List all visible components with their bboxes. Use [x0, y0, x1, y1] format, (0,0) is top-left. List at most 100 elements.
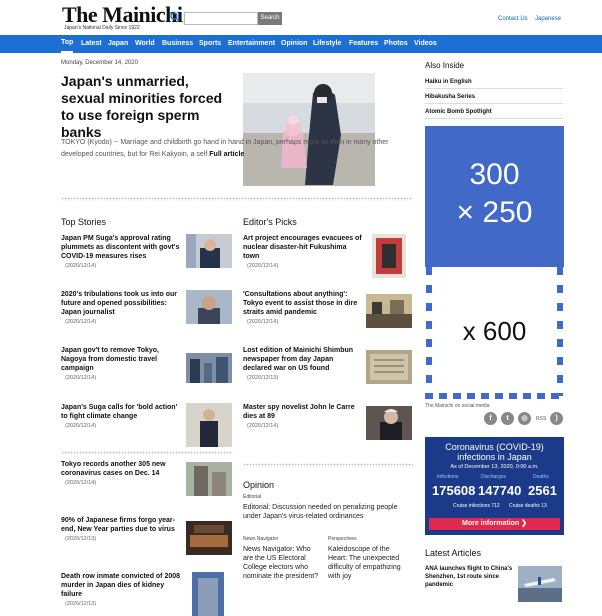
list-item[interactable]: 'Consultations about anything': Tokyo ev…	[243, 290, 363, 325]
story-title[interactable]: Master spy novelist John le Carre dies a…	[243, 403, 363, 421]
story-thumbnail[interactable]	[192, 572, 224, 616]
story-date: (2020/12/14)	[247, 263, 279, 269]
sidebar-item-hibakusha[interactable]: Hibakusha Series	[425, 94, 563, 104]
contact-us-link[interactable]: Contact Us	[498, 16, 528, 22]
page-date: Monday, December 14, 2020	[61, 60, 138, 66]
story-date: (2020/12/14)	[65, 480, 97, 486]
ad-top-block: 300 × 250	[425, 126, 564, 267]
story-thumbnail[interactable]	[366, 294, 412, 328]
nav-features[interactable]: Features	[349, 35, 378, 53]
story-title[interactable]: Art project encourages evacuees of nucle…	[243, 234, 363, 261]
deaths-count: 2561	[528, 483, 557, 498]
story-thumbnail[interactable]	[186, 234, 232, 268]
nav-top[interactable]: Top	[61, 35, 74, 53]
lead-headline[interactable]: Japan's unmarried, sexual minorities for…	[61, 73, 236, 141]
story-thumbnail[interactable]	[186, 521, 232, 555]
list-item[interactable]: Death row inmate convicted of 2008 murde…	[61, 572, 181, 607]
editors-picks-heading: Editor's Picks	[243, 217, 297, 227]
list-item[interactable]: Japan PM Suga's approval rating plummets…	[61, 234, 181, 269]
news-navigator-link[interactable]: News Navigator: Who are the US Electoral…	[243, 545, 321, 581]
discharges-label: Discharges	[481, 474, 507, 480]
story-thumbnail[interactable]	[366, 406, 412, 440]
full-article-link[interactable]: Full article	[209, 151, 244, 158]
story-title[interactable]: Death row inmate convicted of 2008 murde…	[61, 572, 181, 599]
search-input[interactable]	[184, 12, 258, 25]
top-stories-heading: Top Stories	[61, 217, 107, 227]
nav-entertainment[interactable]: Entertainment	[228, 35, 275, 53]
list-item[interactable]: 2020's tribulations took us into our fut…	[61, 290, 181, 325]
nav-opinion[interactable]: Opinion	[281, 35, 307, 53]
list-item[interactable]: Japan gov't to remove Tokyo, Nagoya from…	[61, 346, 181, 381]
ad-text-300: 300	[469, 158, 520, 191]
story-thumbnail[interactable]	[372, 234, 406, 278]
story-date: (2020/12/14)	[65, 375, 97, 381]
story-date: (2020/12/13)	[65, 536, 97, 542]
story-date: (2020/12/13)	[65, 601, 97, 607]
more-information-button[interactable]: More information ❯	[429, 518, 560, 530]
perspectives-link[interactable]: Kaleidoscope of the Heart: The unexpecte…	[328, 545, 406, 581]
divider	[243, 463, 413, 467]
story-date: (2020/12/14)	[247, 423, 279, 429]
covid-widget[interactable]: Coronavirus (COVID-19) infections in Japa…	[425, 437, 564, 535]
list-item[interactable]: Japan's Suga calls for 'bold action' to …	[61, 403, 181, 429]
ad-text-250: × 250	[456, 196, 533, 229]
lead-photo[interactable]	[243, 73, 375, 186]
editorial-link[interactable]: Editorial: Discussion needed on penalizi…	[243, 503, 413, 521]
list-item[interactable]: 90% of Japanese firms forgo year-end, Ne…	[61, 516, 181, 542]
perspectives-label: Perspectives	[328, 536, 357, 542]
japanese-link[interactable]: Japanese	[535, 16, 561, 22]
story-thumbnail[interactable]	[186, 353, 232, 387]
story-date: (2020/12/14)	[65, 423, 97, 429]
story-thumbnail[interactable]	[186, 290, 232, 324]
instagram-icon[interactable]: ◎	[518, 412, 531, 425]
story-title[interactable]: Japan's Suga calls for 'bold action' to …	[61, 403, 181, 421]
story-title[interactable]: 2020's tribulations took us into our fut…	[61, 290, 181, 317]
sidebar-item-haiku[interactable]: Haiku in English	[425, 79, 563, 89]
search-button[interactable]: Search	[258, 12, 282, 25]
latest-article-thumbnail[interactable]	[518, 566, 562, 602]
nav-videos[interactable]: Videos	[414, 35, 437, 53]
search-icon[interactable]	[170, 12, 180, 22]
ad-text-600: x 600	[462, 316, 527, 346]
list-item[interactable]: Lost edition of Mainichi Shimbun newspap…	[243, 346, 363, 381]
nav-photos[interactable]: Photos	[384, 35, 408, 53]
nav-latest[interactable]: Latest	[81, 35, 102, 53]
story-title[interactable]: Japan PM Suga's approval rating plummets…	[61, 234, 181, 261]
editorial-label: Editorial	[243, 494, 262, 500]
nav-japan[interactable]: Japan	[108, 35, 128, 53]
nav-sports[interactable]: Sports	[199, 35, 221, 53]
divider	[61, 197, 413, 201]
nav-business[interactable]: Business	[162, 35, 193, 53]
story-title[interactable]: Lost edition of Mainichi Shimbun newspap…	[243, 346, 363, 373]
facebook-icon[interactable]: f	[484, 412, 497, 425]
latest-article-link[interactable]: ANA launches flight to China's Shenzhen,…	[425, 565, 515, 589]
story-thumbnail[interactable]	[186, 462, 232, 496]
story-title[interactable]: 90% of Japanese firms forgo year-end, Ne…	[61, 516, 181, 534]
list-item[interactable]: Master spy novelist John le Carre dies a…	[243, 403, 363, 429]
cruise-deaths: Cruise deaths 13	[509, 503, 547, 509]
divider	[61, 451, 233, 455]
cruise-infections: Cruise infections 712	[453, 503, 500, 509]
story-date: (2020/12/14)	[65, 319, 97, 325]
covid-title: Coronavirus (COVID-19) infections in Japa…	[445, 442, 544, 462]
list-item[interactable]: Tokyo records another 305 new coronaviru…	[61, 460, 181, 486]
story-title[interactable]: Japan gov't to remove Tokyo, Nagoya from…	[61, 346, 181, 373]
nav-lifestyle[interactable]: Lifestyle	[313, 35, 341, 53]
latest-articles-heading: Latest Articles	[425, 548, 482, 558]
story-date: (2020/12/14)	[247, 319, 279, 325]
ad-placeholder[interactable]: 300 × 250 x 600	[425, 126, 564, 400]
nav-world[interactable]: World	[135, 35, 155, 53]
twitter-icon[interactable]: t	[501, 412, 514, 425]
site-logo[interactable]: The Mainichi	[62, 4, 183, 26]
story-thumbnail[interactable]	[186, 403, 232, 447]
rss-icon[interactable]: )	[550, 412, 563, 425]
sidebar-item-atomic-bomb[interactable]: Atomic Bomb Spotlight	[425, 109, 563, 119]
story-thumbnail[interactable]	[366, 350, 412, 384]
infections-count: 175608	[432, 483, 476, 498]
list-item[interactable]: Art project encourages evacuees of nucle…	[243, 234, 363, 269]
story-title[interactable]: Tokyo records another 305 new coronaviru…	[61, 460, 181, 478]
story-title[interactable]: 'Consultations about anything': Tokyo ev…	[243, 290, 363, 317]
rss-label[interactable]: RSS	[536, 416, 546, 422]
social-label: The Mainichi on social media	[425, 403, 490, 409]
infections-label: Infections	[437, 474, 459, 480]
